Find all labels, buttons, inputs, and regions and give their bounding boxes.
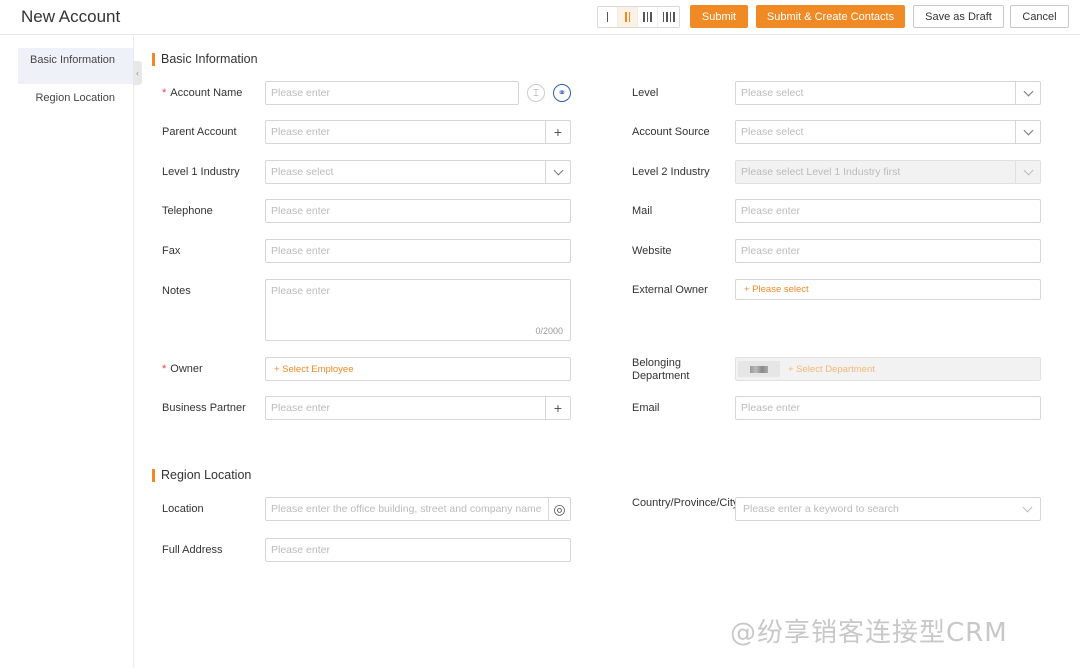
required-marker: * bbox=[162, 87, 167, 99]
two-column-layout-button[interactable] bbox=[618, 7, 638, 27]
required-marker: * bbox=[162, 363, 167, 375]
telephone-input[interactable]: Please enter bbox=[265, 199, 571, 223]
belonging-department-label: Belonging Department bbox=[632, 357, 690, 382]
layout-switcher bbox=[597, 6, 680, 28]
three-column-layout-button[interactable] bbox=[638, 7, 658, 27]
chevron-down-icon bbox=[1015, 161, 1040, 183]
submit-button[interactable]: Submit bbox=[690, 5, 748, 28]
submit-create-contacts-button[interactable]: Submit & Create Contacts bbox=[756, 5, 905, 28]
one-column-layout-button[interactable] bbox=[598, 7, 618, 27]
chevron-left-icon: ‹ bbox=[136, 68, 139, 78]
full-address-label: Full Address bbox=[162, 544, 223, 556]
page-header: New Account Submit Submit & Create Conta… bbox=[0, 0, 1080, 35]
collapse-sidebar-button[interactable]: ‹ bbox=[133, 61, 142, 85]
nav-item-region-location[interactable]: Region Location bbox=[18, 92, 133, 104]
level1-industry-select[interactable]: Please select bbox=[265, 160, 571, 184]
website-input[interactable]: Please enter bbox=[735, 239, 1041, 263]
email-label: Email bbox=[632, 402, 660, 414]
full-address-input[interactable]: Please enter bbox=[265, 538, 571, 562]
chevron-down-icon bbox=[1015, 121, 1040, 143]
character-counter: 0/2000 bbox=[535, 326, 563, 336]
notes-label: Notes bbox=[162, 285, 191, 297]
parent-account-label: Parent Account bbox=[162, 126, 237, 138]
page-title: New Account bbox=[21, 7, 121, 26]
two-column-icon bbox=[625, 12, 630, 22]
mail-input[interactable]: Please enter bbox=[735, 199, 1041, 223]
account-name-label: * Account Name bbox=[162, 87, 243, 99]
map-pin-icon[interactable]: ◎ bbox=[548, 498, 570, 520]
section-title-basic: Basic Information bbox=[152, 52, 258, 66]
email-input[interactable]: Please enter bbox=[735, 396, 1041, 420]
level-select[interactable]: Please select bbox=[735, 81, 1041, 105]
level2-industry-label: Level 2 Industry bbox=[632, 166, 710, 178]
three-column-icon bbox=[643, 12, 652, 22]
business-lookup-icon[interactable]: ⚭ bbox=[553, 84, 571, 102]
select-employee-link[interactable]: + Select Employee bbox=[274, 364, 353, 375]
level2-industry-select: Please select Level 1 Industry first bbox=[735, 160, 1041, 184]
business-partner-label: Business Partner bbox=[162, 402, 246, 414]
text-format-icon[interactable]: ⌶ bbox=[527, 84, 545, 102]
telephone-label: Telephone bbox=[162, 205, 213, 217]
account-name-input[interactable]: Please enter bbox=[265, 81, 519, 105]
watermark: @纷享销客连接型CRM bbox=[730, 618, 1008, 648]
one-column-icon bbox=[606, 12, 609, 22]
notes-textarea[interactable]: Please enter 0/2000 bbox=[265, 279, 571, 341]
cancel-button[interactable]: Cancel bbox=[1010, 5, 1069, 28]
department-tag bbox=[738, 361, 780, 377]
section-nav: Basic Information Region Location bbox=[0, 36, 134, 668]
website-label: Website bbox=[632, 245, 672, 257]
select-department-link[interactable]: + Select Department bbox=[788, 364, 875, 375]
plus-icon[interactable]: + bbox=[545, 121, 570, 143]
plus-icon[interactable]: + bbox=[545, 397, 570, 419]
business-partner-input[interactable]: Please enter + bbox=[265, 396, 571, 420]
belonging-department-picker[interactable]: + Select Department bbox=[735, 357, 1041, 381]
level-label: Level bbox=[632, 87, 659, 99]
account-source-select[interactable]: Please select bbox=[735, 120, 1041, 144]
location-label: Location bbox=[162, 503, 204, 515]
account-source-label: Account Source bbox=[632, 126, 710, 138]
owner-label: * Owner bbox=[162, 363, 203, 375]
save-draft-button[interactable]: Save as Draft bbox=[913, 5, 1004, 28]
owner-picker[interactable]: + Select Employee bbox=[265, 357, 571, 381]
fax-input[interactable]: Please enter bbox=[265, 239, 571, 263]
chevron-down-icon bbox=[1015, 498, 1040, 520]
mail-label: Mail bbox=[632, 205, 653, 217]
external-owner-select-link[interactable]: + Please select bbox=[744, 284, 809, 295]
parent-account-input[interactable]: Please enter + bbox=[265, 120, 571, 144]
country-search-select[interactable]: Please enter a keyword to search bbox=[735, 497, 1041, 521]
chevron-down-icon bbox=[1015, 82, 1040, 104]
external-owner-label: External Owner bbox=[632, 284, 708, 296]
fax-label: Fax bbox=[162, 245, 181, 257]
country-label: Country/Province/City/District bbox=[632, 497, 776, 509]
section-title-region: Region Location bbox=[152, 468, 251, 482]
four-column-layout-button[interactable] bbox=[658, 7, 679, 27]
location-input[interactable]: Please enter the office building, street… bbox=[265, 497, 571, 521]
nav-item-basic-information[interactable]: Basic Information bbox=[18, 48, 133, 84]
four-column-icon bbox=[662, 12, 675, 22]
external-owner-picker[interactable]: + Please select bbox=[735, 279, 1041, 300]
notes-placeholder: Please enter bbox=[271, 285, 330, 297]
chevron-down-icon bbox=[545, 161, 570, 183]
level1-industry-label: Level 1 Industry bbox=[162, 166, 240, 178]
